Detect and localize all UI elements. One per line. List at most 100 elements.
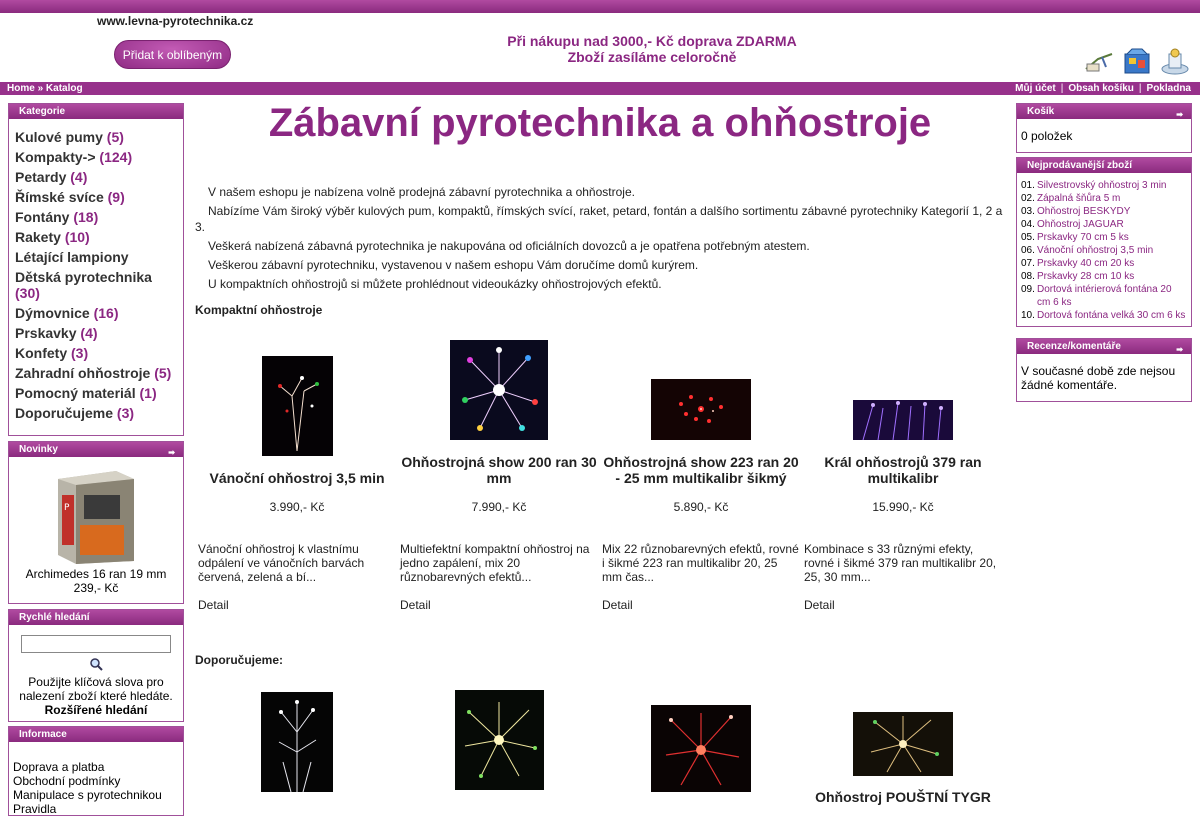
product-price: 15.990,- Kč	[872, 500, 934, 514]
category-item[interactable]: Petardy (4)	[15, 169, 177, 185]
category-item[interactable]: Doporučujeme (3)	[15, 405, 177, 421]
bestseller-item[interactable]: 06. Vánoční ohňostroj 3,5 min	[1021, 244, 1187, 257]
category-item[interactable]: Kulové pumy (5)	[15, 129, 177, 145]
cart-icon[interactable]	[1122, 47, 1152, 77]
arrow-right-icon[interactable]: ➡	[168, 445, 175, 460]
arrow-right-icon[interactable]: ➡	[1176, 342, 1183, 357]
bestseller-item[interactable]: 03. Ohňostroj BESKYDY	[1021, 205, 1187, 218]
bestseller-item[interactable]: 01. Silvestrovský ohňostroj 3 min	[1021, 179, 1187, 192]
bestseller-rank: 07.	[1021, 258, 1035, 269]
bestseller-item[interactable]: 05. Prskavky 70 cm 5 ks	[1021, 231, 1187, 244]
product-description-cell: Multiefektní kompaktní ohňostroj na jedn…	[400, 542, 598, 584]
detail-link[interactable]: Detail	[400, 598, 600, 612]
category-item[interactable]: Létající lampiony	[15, 249, 177, 265]
bestseller-name[interactable]: Ohňostroj BESKYDY	[1037, 205, 1130, 218]
category-label: Létající lampiony	[15, 249, 129, 265]
info-link[interactable]: Doprava a platba	[13, 760, 179, 774]
arrow-right-icon[interactable]: ➡	[1176, 107, 1183, 122]
detail-link[interactable]: Detail	[198, 598, 398, 612]
checkout-icon[interactable]	[1160, 47, 1190, 77]
product-image[interactable]: P	[54, 465, 138, 565]
product-image[interactable]	[261, 692, 333, 792]
category-label: Zahradní ohňostroje	[15, 365, 151, 381]
category-count: (124)	[99, 149, 133, 165]
category-item[interactable]: Zahradní ohňostroje (5)	[15, 365, 177, 381]
category-item[interactable]: Rakety (10)	[15, 229, 177, 245]
detail-link[interactable]: Detail	[804, 598, 1004, 612]
cart-contents-link[interactable]: Obsah košíku	[1068, 83, 1134, 94]
bestsellers-header: Nejprodávanější zboží	[1017, 158, 1191, 173]
product-name[interactable]: Ohňostroj POUŠTNÍ TYGR	[803, 789, 1003, 805]
category-label: Dýmovnice	[15, 305, 90, 321]
advanced-search-link[interactable]: Rozšířené hledání	[15, 703, 177, 717]
bestseller-item[interactable]: 10. Dortová fontána velká 30 cm 6 ks	[1021, 309, 1187, 322]
category-label: Římské svíce	[15, 189, 104, 205]
product-image[interactable]	[262, 356, 333, 456]
detail-cell: Detail	[198, 598, 398, 612]
bestseller-item[interactable]: 09. Dortová intérierová fontána 20 cm 6 k…	[1021, 283, 1187, 309]
checkout-link[interactable]: Pokladna	[1147, 83, 1191, 94]
product-image[interactable]	[450, 340, 548, 440]
bestseller-item[interactable]: 04. Ohňostroj JAGUAR	[1021, 218, 1187, 231]
breadcrumb: Home » Katalog	[7, 82, 83, 95]
category-label: Rakety	[15, 229, 61, 245]
new-product-name[interactable]: Archimedes 16 ran 19 mm	[9, 567, 183, 581]
product-image[interactable]	[651, 379, 751, 440]
category-count: (9)	[107, 189, 125, 205]
cart-count: 0 položek	[1021, 129, 1073, 143]
category-count: (3)	[71, 345, 89, 361]
product-name[interactable]: Vánoční ohňostroj 3,5 min	[197, 470, 397, 486]
category-item[interactable]: Konfety (3)	[15, 345, 177, 361]
account-icon[interactable]	[1084, 47, 1114, 77]
categories-box: Kategorie Kulové pumy (5) Kompakty-> (124…	[8, 103, 184, 436]
product-price-cell: 3.990,- Kč	[197, 500, 397, 514]
quick-search-header: Rychlé hledání	[9, 610, 183, 625]
detail-link[interactable]: Detail	[602, 598, 802, 612]
bestseller-name[interactable]: Vánoční ohňostroj 3,5 min	[1037, 244, 1153, 257]
bestseller-name[interactable]: Ohňostroj JAGUAR	[1037, 218, 1124, 231]
product-image[interactable]	[853, 400, 953, 440]
product-image[interactable]	[455, 690, 544, 790]
bestseller-item[interactable]: 08. Prskavky 28 cm 10 ks	[1021, 270, 1187, 283]
product-description-cell: Mix 22 různobarevných efektů, rovné i ši…	[602, 542, 800, 584]
bestseller-item[interactable]: 02. Zápalná šňůra 5 m	[1021, 192, 1187, 205]
nav-divider: |	[1060, 83, 1064, 94]
bestseller-name[interactable]: Prskavky 70 cm 5 ks	[1037, 231, 1129, 244]
category-count: (4)	[70, 169, 88, 185]
category-item[interactable]: Fontány (18)	[15, 209, 177, 225]
product-name[interactable]: Ohňostrojná show 223 ran 20 - 25 mm mult…	[601, 454, 801, 486]
bestseller-name[interactable]: Prskavky 28 cm 10 ks	[1037, 270, 1134, 283]
bestseller-name[interactable]: Dortová intérierová fontána 20 cm 6 ks	[1037, 283, 1187, 309]
bestseller-name[interactable]: Dortová fontána velká 30 cm 6 ks	[1037, 309, 1185, 322]
news-box: Novinky ➡ P Archimedes 16 ran 19 mm 239,-…	[8, 441, 184, 604]
product-image[interactable]	[853, 712, 953, 776]
new-product[interactable]: P Archimedes 16 ran 19 mm 239,- Kč	[9, 457, 183, 595]
product-image[interactable]	[651, 705, 751, 792]
search-icon[interactable]	[89, 657, 103, 674]
bestseller-name[interactable]: Zápalná šňůra 5 m	[1037, 192, 1120, 205]
breadcrumb-catalog[interactable]: Katalog	[46, 83, 83, 94]
category-item[interactable]: Dýmovnice (16)	[15, 305, 177, 321]
search-hint: Použijte klíčová slova pro nalezení zbož…	[19, 675, 173, 703]
category-item[interactable]: Římské svíce (9)	[15, 189, 177, 205]
category-item[interactable]: Pomocný materiál (1)	[15, 385, 177, 401]
info-link[interactable]: Obchodní podmínky	[13, 774, 179, 788]
product-name[interactable]: Král ohňostrojů 379 ran multikalibr	[803, 454, 1003, 486]
category-item[interactable]: Prskavky (4)	[15, 325, 177, 341]
add-to-favorites-button[interactable]: Přidat k oblíbeným	[114, 40, 231, 69]
bestseller-item[interactable]: 07. Prskavky 40 cm 20 ks	[1021, 257, 1187, 270]
my-account-link[interactable]: Můj účet	[1015, 83, 1056, 94]
bestseller-rank: 09.	[1021, 284, 1035, 295]
category-label: Petardy	[15, 169, 67, 185]
site-url[interactable]: www.levna-pyrotechnika.cz	[97, 14, 253, 28]
category-count: (3)	[116, 405, 135, 421]
category-item[interactable]: Kompakty-> (124)	[15, 149, 177, 165]
product-price-cell: 15.990,- Kč	[803, 500, 1003, 514]
bestseller-name[interactable]: Prskavky 40 cm 20 ks	[1037, 257, 1134, 270]
product-name[interactable]: Ohňostrojná show 200 ran 30 mm	[399, 454, 599, 486]
info-link[interactable]: Pravidla	[13, 802, 179, 816]
breadcrumb-home[interactable]: Home	[7, 83, 35, 94]
category-item[interactable]: Dětská pyrotechnika (30)	[15, 269, 177, 301]
search-input[interactable]	[21, 635, 171, 653]
bestseller-name[interactable]: Silvestrovský ohňostroj 3 min	[1037, 179, 1167, 192]
